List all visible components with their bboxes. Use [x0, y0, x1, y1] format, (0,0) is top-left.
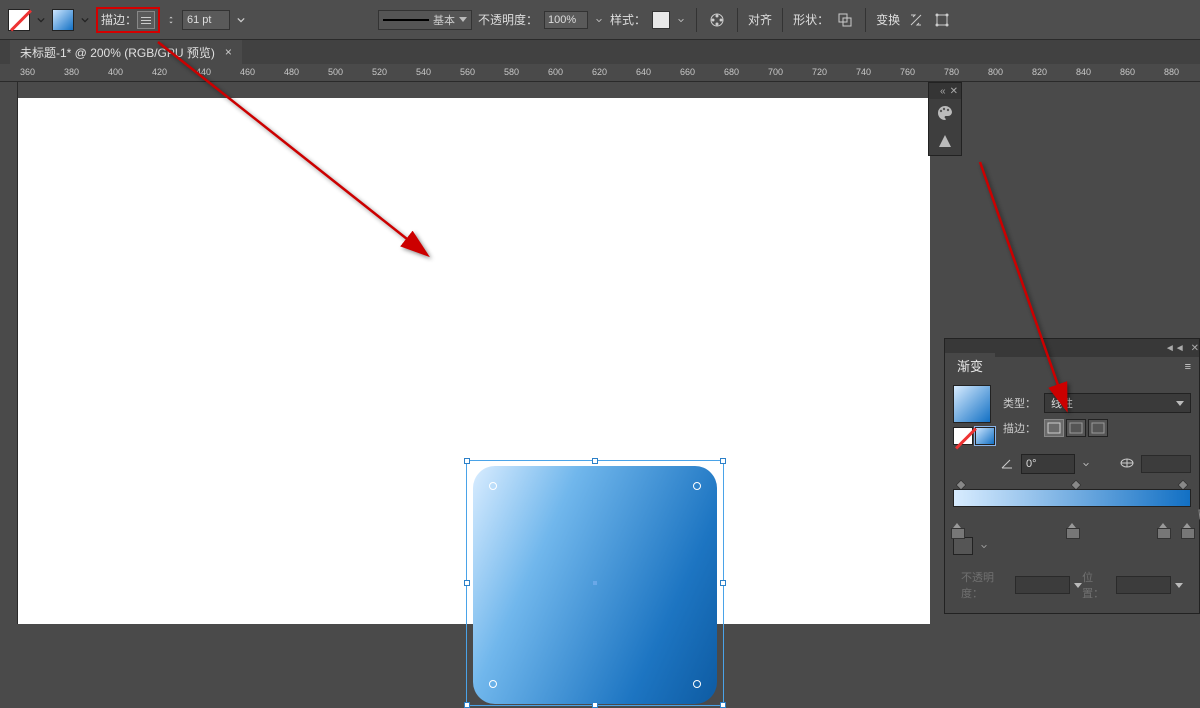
fill-none-swatch[interactable] [953, 427, 973, 445]
gradient-stop-right1[interactable] [1157, 523, 1169, 537]
aspect-ratio-icon[interactable] [1119, 456, 1135, 473]
stroke-swatch-gradient[interactable] [52, 9, 74, 31]
selection-handle[interactable] [592, 702, 598, 708]
selection-center [593, 581, 597, 585]
chevron-down-icon [1175, 583, 1183, 588]
stop-color-swatch[interactable] [953, 537, 973, 555]
control-bar: 描边： 基本 不透明度： 样式： 对齐 形状： 变换 [0, 0, 1200, 40]
transform-label: 变换 [876, 11, 900, 28]
document-tab[interactable]: 未标题-1* @ 200% (RGB/GPU 预览) × [10, 40, 242, 64]
chevron-down-icon [459, 17, 467, 22]
gradient-preview-swatch[interactable] [953, 385, 991, 423]
separator [782, 8, 783, 32]
stop-position-input[interactable] [1116, 576, 1171, 594]
gradient-stop-left[interactable] [951, 523, 963, 537]
stroke-gradient-mode-group [1044, 419, 1108, 437]
ruler-horizontal: 3603804004204404604805005205405605806006… [0, 64, 1200, 82]
separator [696, 8, 697, 32]
stroke-mode-along[interactable] [1066, 419, 1086, 437]
gradient-stop-right2[interactable] [1181, 523, 1193, 537]
selection-handle[interactable] [720, 458, 726, 464]
selection-handle[interactable] [464, 580, 470, 586]
selection-handle[interactable] [592, 458, 598, 464]
separator [737, 8, 738, 32]
recolor-icon[interactable] [707, 10, 727, 30]
separator [865, 8, 866, 32]
angle-icon [999, 455, 1015, 474]
selection-handle[interactable] [464, 458, 470, 464]
shape-tool-icon[interactable] [929, 127, 961, 155]
stroke-dropdown[interactable] [80, 9, 90, 31]
gradient-type-select[interactable]: 线性 [1044, 393, 1191, 413]
stroke-mode-across[interactable] [1088, 419, 1108, 437]
gradient-tab[interactable]: 渐变 [945, 353, 995, 377]
opacity-input[interactable] [544, 11, 588, 29]
stroke-options-icon[interactable] [137, 11, 155, 29]
stroke-stepper-icon[interactable] [166, 9, 176, 31]
gradient-stroke-label: 描边： [1003, 420, 1036, 436]
shape-label: 形状： [793, 11, 829, 28]
gradient-ramp[interactable] [953, 489, 1191, 507]
opacity-dropdown[interactable] [594, 9, 604, 31]
mini-palette[interactable]: «✕ [928, 82, 962, 156]
color-palette-icon[interactable] [929, 99, 961, 127]
fill-swatch-none[interactable] [8, 9, 30, 31]
stop-position-label: 位置： [1082, 569, 1112, 601]
selection-bounds [466, 460, 724, 706]
gradient-tab-label: 渐变 [957, 356, 983, 375]
brush-basic-label: 基本 [433, 12, 455, 28]
document-tabs: 未标题-1* @ 200% (RGB/GPU 预览) × [0, 40, 1200, 64]
brush-preview-line [383, 19, 429, 21]
chevron-down-icon [1176, 401, 1184, 406]
ruler-vertical [0, 82, 18, 624]
angle-dropdown[interactable] [1081, 453, 1091, 475]
selection-handle[interactable] [464, 702, 470, 708]
shape-mode-icon[interactable] [835, 10, 855, 30]
mini-palette-header[interactable]: «✕ [929, 83, 961, 99]
gradient-stop-mid[interactable] [1066, 523, 1078, 537]
close-icon[interactable]: × [225, 45, 232, 59]
selection-handle[interactable] [720, 580, 726, 586]
stop-color-dropdown[interactable] [979, 535, 989, 557]
transform-icon-2[interactable] [932, 10, 952, 30]
chevron-down-icon [1074, 583, 1082, 588]
gradient-type-value: 线性 [1051, 395, 1073, 411]
brush-selector[interactable]: 基本 [378, 10, 472, 30]
stroke-width-input[interactable] [182, 10, 230, 30]
stroke-label: 描边： [101, 11, 137, 28]
stroke-width-dropdown[interactable] [236, 9, 246, 31]
stop-opacity-input[interactable] [1015, 576, 1070, 594]
align-label: 对齐 [748, 11, 772, 28]
fill-dropdown[interactable] [36, 9, 46, 31]
aspect-ratio-input[interactable] [1141, 455, 1191, 473]
style-dropdown[interactable] [676, 9, 686, 31]
stop-opacity-label: 不透明度： [961, 569, 1011, 601]
style-label: 样式： [610, 11, 646, 28]
stroke-label-highlight: 描边： [96, 7, 160, 33]
transform-icon-1[interactable] [906, 10, 926, 30]
gradient-type-label: 类型： [1003, 395, 1036, 411]
panel-menu-icon[interactable]: ≡ [1177, 357, 1199, 377]
stroke-mode-within[interactable] [1044, 419, 1064, 437]
opacity-label: 不透明度： [478, 11, 538, 28]
style-swatch[interactable] [652, 11, 670, 29]
fill-gradient-swatch[interactable] [975, 427, 995, 445]
gradient-panel: ◄◄✕ 渐变 ≡ 类型： 线性 描边： [944, 338, 1200, 614]
selection-handle[interactable] [720, 702, 726, 708]
gradient-angle-input[interactable] [1021, 454, 1075, 474]
document-title: 未标题-1* @ 200% (RGB/GPU 预览) [20, 44, 215, 61]
